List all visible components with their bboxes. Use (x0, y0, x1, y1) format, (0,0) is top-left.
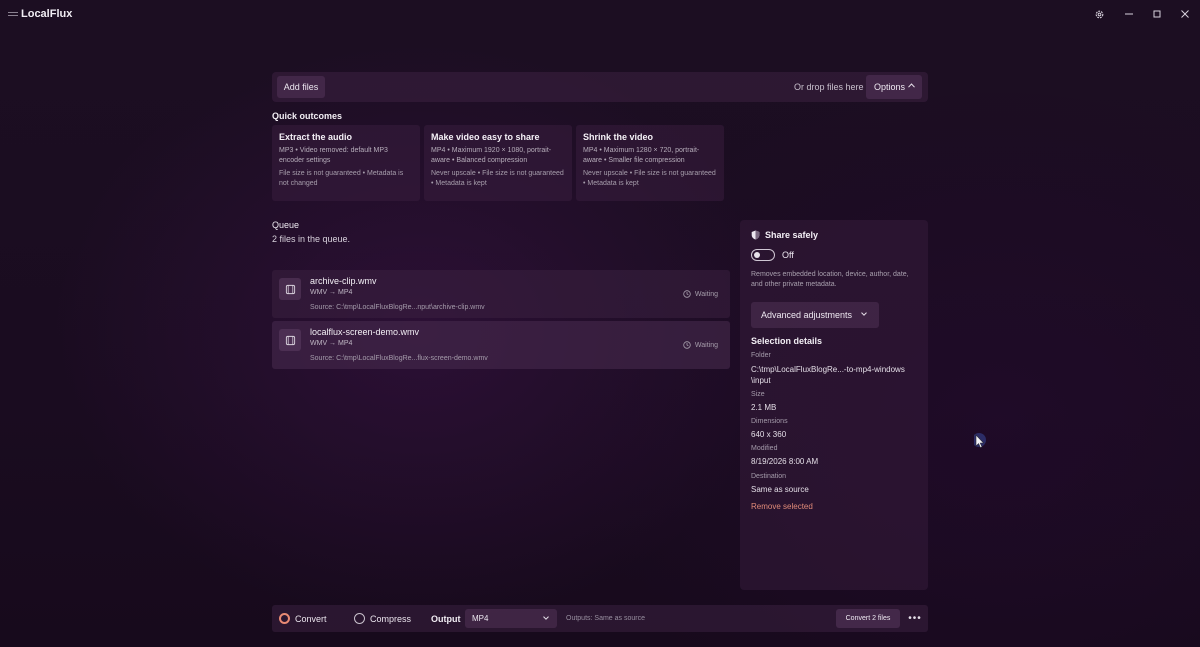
queue-item-formats: WMV → MP4 (310, 340, 353, 347)
chevron-down-icon (543, 616, 549, 620)
video-file-icon (279, 329, 301, 351)
share-safely-toggle[interactable] (751, 249, 775, 261)
outcome-card-desc: MP4 • Maximum 1280 × 720, portrait-aware… (583, 147, 700, 164)
clock-icon (683, 290, 691, 298)
remove-selected-link[interactable]: Remove selected (751, 502, 813, 511)
quick-outcomes-heading: Quick outcomes (272, 111, 343, 121)
queue-heading: Queue (272, 220, 300, 230)
advanced-adjustments-button[interactable]: Advanced adjustments (751, 302, 879, 328)
outcome-card-note: File size is not guaranteed • Metadata i… (279, 170, 404, 187)
mouse-cursor-icon (972, 433, 988, 458)
outcome-card-shrink-video[interactable]: Shrink the video MP4 • Maximum 1280 × 72… (576, 125, 724, 201)
queue-item-source: Source: C:\tmp\LocalFluxBlogRe...nput\ar… (310, 304, 485, 311)
outcome-card-note: Never upscale • File size is not guarant… (431, 170, 564, 187)
outcome-card-title: Shrink the video (583, 132, 654, 142)
clock-icon (683, 341, 691, 349)
queue-item-status-label: Waiting (694, 290, 718, 298)
queue-count: 2 files in the queue. (272, 234, 351, 244)
mode-convert-radio[interactable] (279, 613, 290, 624)
outcome-card-desc: MP4 • Maximum 1920 × 1080, portrait-awar… (431, 147, 552, 164)
share-safely-state: Off (782, 250, 794, 260)
detail-label-folder: Folder (751, 352, 771, 359)
output-format-value: MP4 (472, 614, 489, 623)
add-files-button[interactable]: Add files (277, 76, 325, 98)
chevron-down-icon (861, 312, 867, 316)
outcome-card-title: Extract the audio (279, 132, 353, 142)
drop-zone-hint: Or drop files here (794, 82, 864, 92)
queue-item-formats: WMV → MP4 (310, 289, 353, 296)
mode-convert-label[interactable]: Convert (295, 614, 327, 624)
detail-value-modified: 8/19/2026 8:00 AM (751, 457, 819, 466)
share-safely-title: Share safely (765, 230, 819, 240)
selection-details-heading: Selection details (751, 336, 823, 346)
maximize-icon[interactable] (1148, 6, 1166, 22)
details-panel: Share safely Off Removes embedded locati… (740, 220, 928, 590)
queue-item-status-label: Waiting (694, 341, 718, 349)
queue-item-source: Source: C:\tmp\LocalFluxBlogRe...flux-sc… (310, 355, 488, 362)
detail-label-destination: Destination (751, 473, 787, 480)
more-options-icon[interactable]: ••• (906, 609, 924, 628)
title-bar: LocalFlux (0, 0, 1200, 28)
share-safely-heading: Share safely (751, 230, 818, 240)
toggle-knob (754, 252, 760, 258)
output-destination-hint: Outputs: Same as source (566, 615, 645, 622)
convert-files-button[interactable]: Convert 2 files (836, 609, 900, 628)
detail-label-dimensions: Dimensions (751, 418, 788, 425)
options-label: Options (874, 82, 906, 92)
shield-icon (751, 230, 760, 240)
app-title: LocalFlux (21, 8, 73, 20)
detail-value-size: 2.1 MB (751, 403, 777, 412)
video-file-icon (279, 278, 301, 300)
advanced-adjustments-label: Advanced adjustments (761, 310, 853, 320)
file-input-bar: Add files Or drop files here Options (272, 72, 928, 102)
outcome-card-desc: MP3 • Video removed: default MP3 encoder… (279, 147, 388, 164)
detail-value-folder: C:\tmp\LocalFluxBlogRe...-to-mp4-windows… (751, 365, 905, 385)
minimize-icon[interactable] (1120, 6, 1138, 22)
queue-item-status: Waiting (683, 341, 718, 349)
output-label: Output (431, 614, 461, 624)
mode-compress-radio[interactable] (354, 613, 365, 624)
share-safely-description: Removes embedded location, device, autho… (751, 271, 909, 288)
output-format-select[interactable]: MP4 (465, 609, 557, 628)
mode-compress-label[interactable]: Compress (370, 614, 411, 624)
outcome-card-share-video[interactable]: Make video easy to share MP4 • Maximum 1… (424, 125, 572, 201)
detail-value-dimensions: 640 x 360 (751, 430, 787, 439)
outcome-card-note: Never upscale • File size is not guarant… (583, 170, 716, 187)
chevron-up-icon (908, 83, 915, 88)
action-bar: Convert Compress Output MP4 Outputs: Sam… (272, 605, 928, 632)
queue-item-name: localflux-screen-demo.wmv (310, 327, 420, 337)
detail-label-size: Size (751, 391, 765, 398)
queue-item-status: Waiting (683, 290, 718, 298)
options-button[interactable]: Options (866, 75, 922, 99)
queue-item[interactable]: archive-clip.wmv WMV → MP4 Source: C:\tm… (272, 270, 730, 318)
app-icon (8, 12, 18, 16)
outcome-card-title: Make video easy to share (431, 132, 540, 142)
gear-icon[interactable] (1090, 6, 1108, 22)
detail-label-modified: Modified (751, 445, 778, 452)
outcome-card-extract-audio[interactable]: Extract the audio MP3 • Video removed: d… (272, 125, 420, 201)
queue-item-name: archive-clip.wmv (310, 276, 377, 286)
close-icon[interactable] (1176, 6, 1194, 22)
detail-value-destination: Same as source (751, 485, 809, 494)
queue-item[interactable]: localflux-screen-demo.wmv WMV → MP4 Sour… (272, 321, 730, 369)
